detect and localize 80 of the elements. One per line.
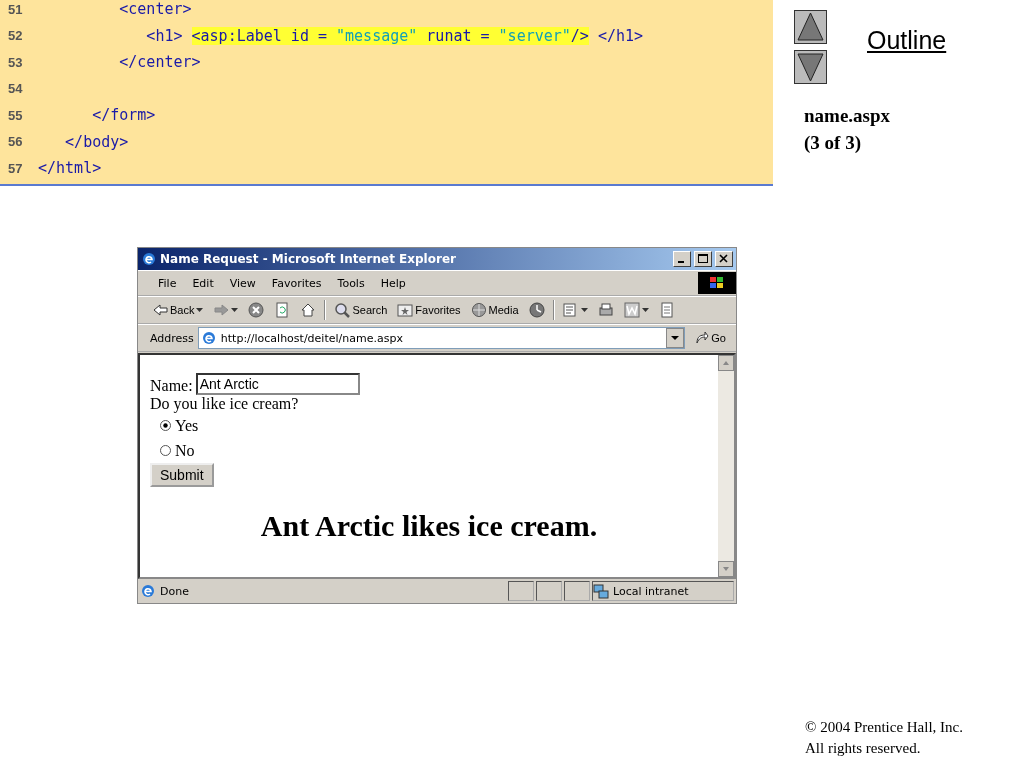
line-number: 55 [7, 107, 24, 123]
code-line: <h1> <asp:Label id = "message" runat = "server"/> </h1> [145, 26, 644, 45]
caret-icon[interactable] [196, 308, 204, 312]
discuss-icon [658, 302, 675, 318]
home-icon [300, 302, 317, 318]
zone-text: Local intranet [613, 584, 689, 598]
stop-icon [248, 302, 265, 318]
network-icon [593, 583, 609, 599]
line-number: 56 [7, 134, 24, 150]
code-line: <center> [118, 0, 192, 19]
code-line: </html> [38, 159, 102, 178]
mail-icon [562, 302, 579, 318]
line-number: 52 [7, 28, 24, 44]
menu-item[interactable]: Tools [329, 276, 373, 290]
history-icon [528, 302, 545, 318]
menu-item[interactable]: Edit [184, 276, 222, 290]
caret-icon[interactable] [580, 308, 588, 312]
search-icon [334, 302, 351, 318]
refresh-icon [274, 302, 291, 318]
rights-text: All rights reserved. [805, 739, 922, 758]
code-line: </body> [64, 132, 129, 151]
favorites-button[interactable]: Favorites [395, 302, 463, 318]
file-name: name.aspx [804, 104, 892, 128]
back-button[interactable]: Back [150, 302, 206, 318]
minimize-button[interactable] [673, 251, 691, 267]
edit-button[interactable] [621, 302, 651, 318]
address-field[interactable]: http://localhost/deitel/name.aspx [197, 327, 686, 349]
status-text: Done [160, 584, 189, 598]
code-line: </form> [91, 106, 156, 125]
caret-icon[interactable] [231, 308, 239, 312]
question-text: Do you like ice cream? [150, 395, 300, 413]
status-pane [508, 581, 534, 601]
favorites-icon [397, 302, 414, 318]
maximize-button[interactable] [694, 251, 712, 267]
address-label: Address [150, 331, 194, 345]
media-icon [470, 302, 487, 318]
forward-button[interactable] [211, 302, 241, 318]
line-number: 53 [7, 54, 24, 70]
windows-logo-icon [698, 272, 736, 294]
media-button[interactable]: Media [468, 302, 521, 318]
dropdown-button[interactable] [666, 328, 685, 348]
edit-icon [623, 302, 640, 318]
outline-link[interactable]: Outline [867, 26, 947, 84]
menu-item[interactable]: View [221, 276, 264, 290]
submit-button[interactable]: Submit [150, 463, 214, 487]
window-title: Name Request - Microsoft Internet Explorer [160, 252, 457, 266]
search-button[interactable]: Search [332, 302, 390, 318]
name-label: Name: [150, 377, 193, 395]
caret-icon[interactable] [641, 308, 649, 312]
back-icon [152, 302, 168, 318]
print-icon [597, 302, 614, 318]
menu-item[interactable]: File [150, 276, 185, 290]
page-icon [140, 583, 156, 599]
stop-button[interactable] [246, 302, 267, 318]
code-line: </center> [118, 53, 201, 72]
radio-button[interactable] [160, 445, 171, 456]
option-label: No [175, 441, 195, 460]
page-icon [200, 330, 217, 346]
close-button[interactable] [715, 251, 733, 267]
forward-icon [213, 302, 230, 318]
page-count: (3 of 3) [804, 131, 862, 155]
radio-button[interactable] [160, 420, 171, 431]
status-pane [536, 581, 562, 601]
line-number: 54 [7, 81, 24, 97]
mail-button[interactable] [560, 302, 590, 318]
line-number: 57 [7, 160, 24, 176]
menu-item[interactable]: Help [372, 276, 414, 290]
name-input[interactable]: Ant Arctic [195, 373, 360, 395]
line-number: 51 [7, 1, 24, 17]
result-heading: Ant Arctic likes ice cream. [259, 509, 599, 543]
copyright-text: © 2004 Prentice Hall, Inc. [805, 718, 964, 737]
arrow-icon [695, 331, 710, 345]
down-arrow-button[interactable] [794, 50, 827, 84]
browser-icon [141, 251, 157, 267]
option-label: Yes [175, 416, 199, 435]
status-pane [564, 581, 590, 601]
history-button[interactable] [526, 302, 547, 318]
go-button[interactable]: Go [689, 331, 732, 345]
up-arrow-button[interactable] [794, 10, 827, 44]
menu-item[interactable]: Favorites [263, 276, 330, 290]
